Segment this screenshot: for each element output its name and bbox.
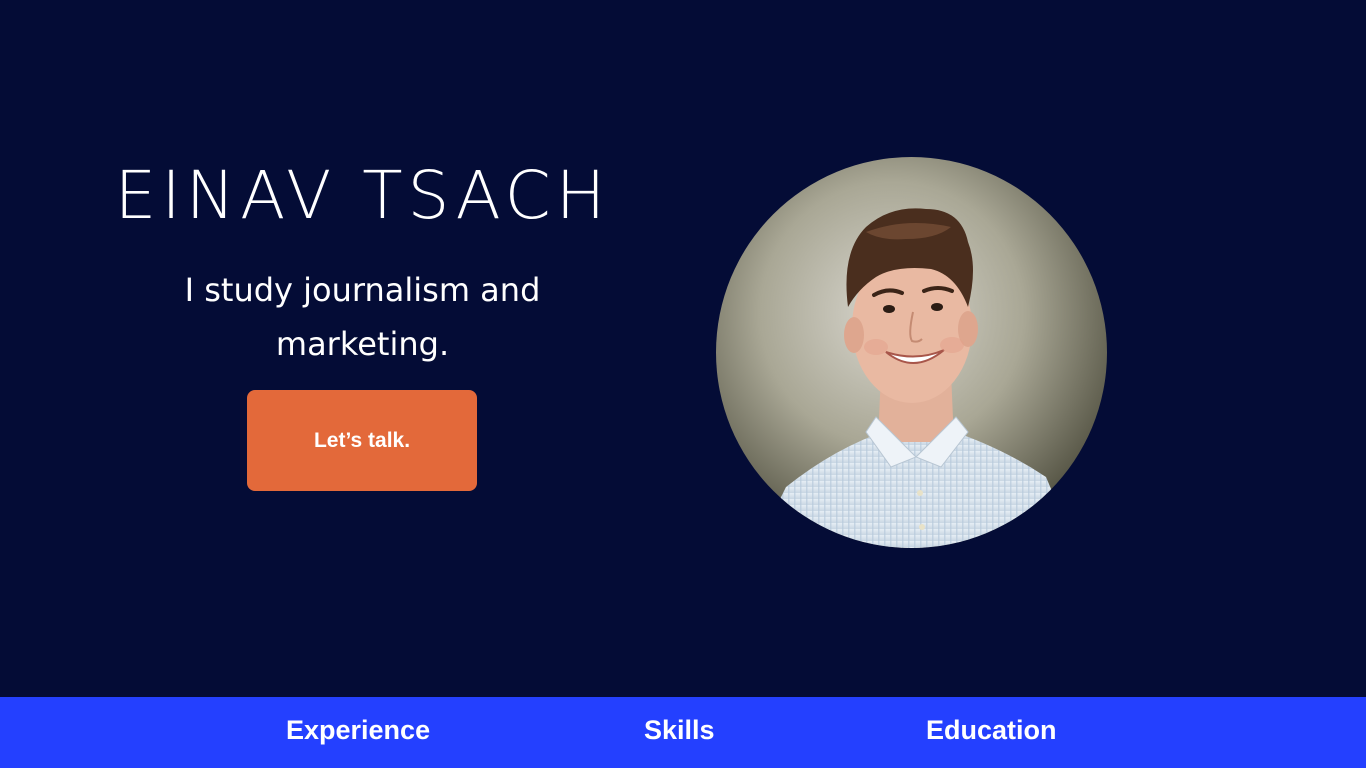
nav-education-link[interactable]: Education <box>926 697 1057 768</box>
page-title: EINAV TSACH <box>114 157 611 234</box>
hero-intro: EINAV TSACH I study journalism and marke… <box>90 150 635 371</box>
portfolio-page: EINAV TSACH I study journalism and marke… <box>0 0 1366 768</box>
profile-photo <box>716 157 1107 548</box>
nav-experience-link[interactable]: Experience <box>286 697 430 768</box>
bottom-nav: Experience Skills Education <box>0 697 1366 768</box>
hero-tagline: I study journalism and marketing. <box>184 271 541 363</box>
nav-skills-link[interactable]: Skills <box>644 697 715 768</box>
profile-photo-illustration <box>716 157 1107 548</box>
lets-talk-button[interactable]: Let’s talk. <box>247 390 477 491</box>
